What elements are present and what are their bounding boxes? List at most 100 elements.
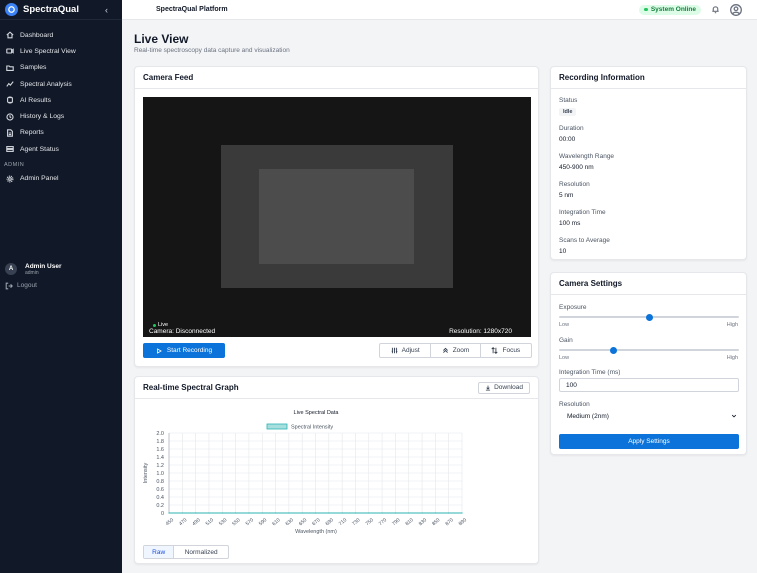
wavelength-value: 450-900 nm bbox=[559, 164, 594, 171]
data-point bbox=[394, 512, 397, 514]
spectral-graph-header: Real-time Spectral Graph Download bbox=[135, 377, 538, 399]
integration-time-value: 100 ms bbox=[559, 220, 581, 227]
sidebar-item-live-spectral-view[interactable]: Live Spectral View bbox=[0, 43, 122, 59]
collapse-sidebar-button[interactable]: ‹ bbox=[105, 5, 117, 15]
camera-resolution: Resolution: 1280x720 bbox=[449, 328, 512, 335]
y-axis-label: Intensity bbox=[143, 463, 149, 484]
view-mode-toggle: Raw Normalized bbox=[143, 545, 229, 559]
chart-line-icon bbox=[5, 80, 14, 89]
data-point bbox=[274, 512, 277, 514]
file-icon bbox=[5, 128, 14, 137]
normalized-toggle-button[interactable]: Normalized bbox=[174, 546, 228, 558]
x-tick-label: 650 bbox=[298, 517, 308, 527]
x-tick-label: 550 bbox=[231, 517, 241, 527]
sidebar-item-label: Reports bbox=[20, 129, 44, 137]
x-tick-label: 670 bbox=[311, 517, 321, 527]
brand-bar: SpectraQual ‹ bbox=[0, 0, 122, 20]
download-button[interactable]: Download bbox=[478, 381, 530, 394]
y-tick-label: 2.0 bbox=[156, 431, 164, 437]
y-tick-label: 1.8 bbox=[156, 439, 164, 445]
camera-settings-title: Camera Settings bbox=[559, 279, 623, 288]
exposure-slider-thumb[interactable] bbox=[645, 313, 653, 321]
data-point bbox=[421, 512, 423, 514]
start-recording-button[interactable]: Start Recording bbox=[143, 343, 225, 358]
chart-title: Live Spectral Data bbox=[294, 410, 340, 416]
sidebar-item-reports[interactable]: Reports bbox=[0, 125, 122, 141]
x-tick-label: 870 bbox=[444, 517, 454, 527]
download-label: Download bbox=[494, 384, 523, 391]
x-tick-label: 750 bbox=[365, 517, 375, 527]
x-tick-label: 810 bbox=[404, 517, 414, 527]
video-icon bbox=[5, 47, 14, 56]
sidebar-item-history-logs[interactable]: History & Logs bbox=[0, 108, 122, 124]
y-tick-label: 1.2 bbox=[156, 463, 164, 469]
sidebar-item-label: Admin Panel bbox=[20, 175, 59, 183]
data-point bbox=[221, 512, 223, 514]
data-point bbox=[208, 512, 210, 514]
sidebar-item-agent-status[interactable]: Agent Status bbox=[0, 141, 122, 157]
sidebar-item-label: AI Results bbox=[20, 96, 51, 104]
avatar: A bbox=[5, 263, 17, 275]
exposure-label: Exposure bbox=[559, 304, 587, 311]
x-tick-label: 690 bbox=[325, 517, 335, 527]
data-point bbox=[408, 512, 410, 514]
data-point bbox=[288, 512, 290, 514]
sidebar-item-label: Dashboard bbox=[20, 31, 54, 39]
data-point bbox=[195, 512, 197, 514]
x-tick-label: 890 bbox=[458, 517, 468, 527]
integration-time-input[interactable] bbox=[559, 378, 739, 392]
raw-toggle-button[interactable]: Raw bbox=[144, 546, 175, 558]
data-point bbox=[234, 512, 237, 514]
spectral-chart: Live Spectral Data Spectral Intensity 0 0.2… bbox=[143, 410, 468, 535]
notifications-button[interactable] bbox=[709, 4, 721, 16]
x-tick-label: 710 bbox=[338, 517, 348, 527]
apply-settings-button[interactable]: Apply Settings bbox=[559, 434, 739, 449]
data-point bbox=[248, 512, 250, 514]
x-tick-label: 630 bbox=[285, 517, 295, 527]
scans-label: Scans to Average bbox=[559, 237, 610, 244]
platform-title: SpectraQual Platform bbox=[156, 6, 228, 13]
gain-slider[interactable] bbox=[559, 346, 739, 354]
logout-icon bbox=[5, 282, 13, 289]
user-menu-button[interactable] bbox=[730, 3, 742, 16]
sidebar-item-label: Spectral Analysis bbox=[20, 80, 72, 88]
data-point bbox=[461, 512, 463, 514]
folder-icon bbox=[5, 63, 14, 72]
sidebar-item-dashboard[interactable]: Dashboard bbox=[0, 27, 122, 43]
logout-button[interactable]: Logout bbox=[0, 279, 122, 292]
x-tick-label: 770 bbox=[378, 517, 388, 527]
x-tick-label: 790 bbox=[391, 517, 401, 527]
focus-button[interactable]: Focus bbox=[481, 344, 531, 357]
zoom-button[interactable]: Zoom bbox=[431, 344, 481, 357]
exposure-slider[interactable] bbox=[559, 313, 739, 321]
brain-icon bbox=[5, 96, 14, 105]
sidebar-item-admin-panel[interactable]: Admin Panel bbox=[0, 170, 122, 186]
adjust-button[interactable]: Adjust bbox=[380, 344, 432, 357]
gain-slider-thumb[interactable] bbox=[609, 346, 617, 354]
adjust-label: Adjust bbox=[401, 347, 420, 354]
y-tick-label: 1.0 bbox=[156, 471, 164, 477]
status-label: Status bbox=[559, 97, 578, 104]
sidebar-item-label: Live Spectral View bbox=[20, 47, 76, 55]
resolution-select[interactable]: Medium (2nm) bbox=[559, 409, 739, 423]
start-recording-label: Start Recording bbox=[166, 347, 213, 354]
home-icon bbox=[5, 31, 14, 40]
sidebar-item-label: Agent Status bbox=[20, 145, 59, 153]
camera-feed-card: Camera Feed Live Camera: Disconnected Re… bbox=[134, 66, 539, 367]
data-point bbox=[448, 512, 450, 514]
bell-icon bbox=[711, 6, 719, 14]
camera-controls: Adjust Zoom Focus bbox=[379, 343, 532, 358]
apply-settings-label: Apply Settings bbox=[628, 438, 670, 445]
sidebar-item-samples[interactable]: Samples bbox=[0, 60, 122, 76]
data-point bbox=[368, 512, 370, 514]
sidebar-item-ai-results[interactable]: AI Results bbox=[0, 92, 122, 108]
history-icon bbox=[5, 112, 14, 121]
x-tick-label: 610 bbox=[271, 517, 281, 527]
y-tick-label: 0.8 bbox=[156, 479, 164, 485]
sidebar-item-spectral-analysis[interactable]: Spectral Analysis bbox=[0, 76, 122, 92]
camera-feed-view: Live Camera: Disconnected Resolution: 12… bbox=[143, 97, 531, 337]
integration-input-label: Integration Time (ms) bbox=[559, 369, 621, 376]
spectral-graph-title: Real-time Spectral Graph bbox=[143, 383, 239, 392]
user-profile[interactable]: A Admin User admin bbox=[0, 261, 122, 277]
data-point bbox=[434, 512, 436, 514]
